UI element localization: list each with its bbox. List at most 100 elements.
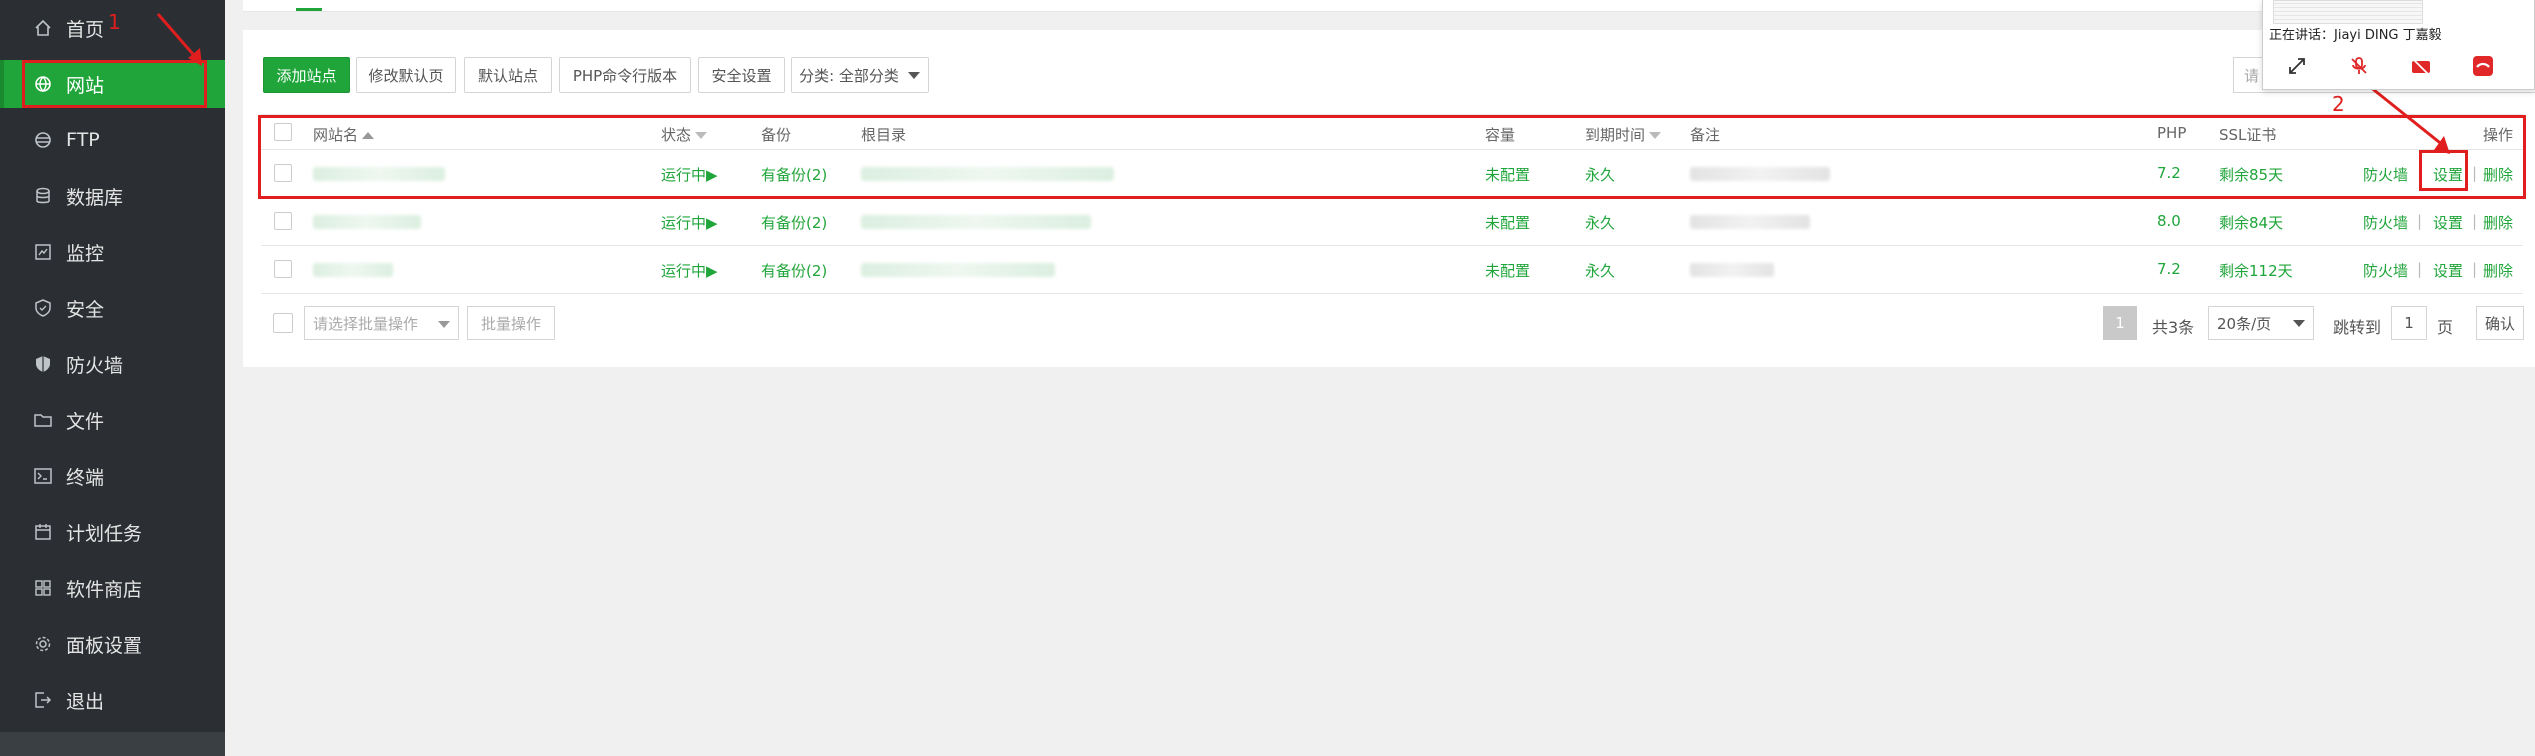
jump-to-label: 跳转到: [2333, 318, 2382, 337]
meeting-widget: 正在讲话：Jiayi DING 丁嘉毅: [2262, 0, 2535, 90]
annotation-step-1: 1: [108, 10, 121, 34]
annotation-arrow-1: [156, 13, 202, 66]
sidebar-item-label: 软件商店: [66, 578, 143, 601]
ftp-icon: [34, 131, 52, 149]
batch-operation-button[interactable]: 批量操作: [467, 306, 555, 340]
firewall-link[interactable]: 防火墙: [2363, 260, 2408, 281]
chevron-down-icon: [908, 72, 920, 79]
php-cli-version-button[interactable]: PHP命令行版本: [559, 57, 691, 93]
firewall-icon: [34, 355, 52, 373]
sidebar-item-label: 终端: [66, 466, 105, 489]
sidebar-item-database[interactable]: 数据库: [0, 172, 225, 220]
add-site-button[interactable]: 添加站点: [263, 57, 350, 93]
home-icon: [34, 19, 52, 37]
sidebar-item-label: 面板设置: [66, 634, 143, 657]
row-checkbox[interactable]: [274, 260, 292, 278]
sidebar-item-label: 安全: [66, 298, 105, 321]
sidebar-item-logout[interactable]: 退出: [0, 676, 225, 724]
default-site-button[interactable]: 默认站点: [464, 57, 552, 93]
category-select[interactable]: 分类: 全部分类: [791, 57, 929, 93]
active-tab-indicator: [296, 8, 322, 11]
apps-icon: [34, 579, 52, 597]
jump-page-input[interactable]: 1: [2391, 306, 2427, 340]
search-placeholder: 请: [2244, 66, 2260, 85]
folder-icon: [34, 411, 52, 429]
page-unit-label: 页: [2437, 318, 2454, 337]
capacity-value[interactable]: 未配置: [1485, 212, 1530, 233]
meeting-controls: [2283, 52, 2523, 80]
hang-up-icon[interactable]: [2469, 52, 2497, 80]
expire-value[interactable]: 永久: [1585, 260, 1615, 281]
note-redacted[interactable]: [1690, 263, 1774, 277]
sidebar-item-label: 监控: [66, 242, 105, 265]
sidebar-item-panel-settings[interactable]: 面板设置: [0, 620, 225, 668]
camera-off-icon[interactable]: [2407, 52, 2435, 80]
sidebar-item-app-store[interactable]: 软件商店: [0, 564, 225, 612]
batch-select-placeholder: 请选择批量操作: [313, 314, 419, 333]
sidebar: 首页 网站 FTP 数据库 监控 安全 防火墙 文件 终端 计划任务 软件商店: [0, 0, 225, 756]
security-settings-button[interactable]: 安全设置: [698, 57, 785, 93]
table-row: 运行中▶ 有备份(2) 未配置 永久 7.2 剩余112天 防火墙 | 设置 |…: [261, 246, 2523, 294]
delete-link[interactable]: 删除: [2483, 260, 2513, 281]
ssl-remaining[interactable]: 剩余84天: [2219, 212, 2283, 233]
annotation-box-row: [258, 115, 2526, 199]
sidebar-item-security[interactable]: 安全: [0, 284, 225, 332]
capacity-value[interactable]: 未配置: [1485, 260, 1530, 281]
expand-icon[interactable]: [2283, 52, 2311, 80]
gear-icon: [34, 635, 52, 653]
status-running[interactable]: 运行中▶: [661, 212, 718, 233]
site-name-redacted[interactable]: [313, 263, 393, 277]
chevron-down-icon: [2293, 320, 2305, 327]
table-row: 运行中▶ 有备份(2) 未配置 永久 8.0 剩余84天 防火墙 | 设置 | …: [261, 198, 2523, 246]
terminal-icon: [34, 467, 52, 485]
expire-value[interactable]: 永久: [1585, 212, 1615, 233]
screen-share-thumbnail[interactable]: [2273, 0, 2423, 24]
batch-operation-select[interactable]: 请选择批量操作: [304, 306, 459, 340]
jump-confirm-button[interactable]: 确认: [2476, 306, 2524, 340]
backup-link[interactable]: 有备份(2): [761, 260, 827, 281]
page-size-select[interactable]: 20条/页: [2208, 306, 2314, 340]
sidebar-item-label: 防火墙: [66, 354, 124, 377]
sidebar-item-monitor[interactable]: 监控: [0, 228, 225, 276]
note-redacted[interactable]: [1690, 215, 1810, 229]
page-size-label: 20条/页: [2217, 314, 2272, 333]
category-select-label: 分类: 全部分类: [799, 66, 899, 85]
speaking-indicator: 正在讲话：Jiayi DING 丁嘉毅: [2269, 28, 2442, 43]
edit-default-page-button[interactable]: 修改默认页: [356, 57, 456, 93]
backup-link[interactable]: 有备份(2): [761, 212, 827, 233]
ssl-remaining[interactable]: 剩余112天: [2219, 260, 2293, 281]
settings-link[interactable]: 设置: [2433, 212, 2463, 233]
sidebar-bottom-bar: [0, 732, 225, 756]
root-dir-redacted[interactable]: [861, 215, 1091, 229]
row-checkbox[interactable]: [274, 212, 292, 230]
shield-icon: [34, 299, 52, 317]
mic-muted-icon[interactable]: [2345, 52, 2373, 80]
pagination-total: 共3条: [2152, 318, 2195, 337]
action-separator: |: [2472, 260, 2478, 278]
pagination-current-page[interactable]: 1: [2103, 306, 2137, 340]
php-version[interactable]: 8.0: [2157, 212, 2181, 230]
annotation-step-2: 2: [2332, 92, 2345, 116]
sidebar-item-label: 文件: [66, 410, 105, 433]
firewall-link[interactable]: 防火墙: [2363, 212, 2408, 233]
sidebar-item-label: 数据库: [66, 186, 124, 209]
action-separator: |: [2417, 212, 2423, 230]
top-tab-strip: [243, 0, 2535, 12]
sidebar-item-terminal[interactable]: 终端: [0, 452, 225, 500]
delete-link[interactable]: 删除: [2483, 212, 2513, 233]
root-dir-redacted[interactable]: [861, 263, 1055, 277]
sidebar-item-cron[interactable]: 计划任务: [0, 508, 225, 556]
action-separator: |: [2417, 260, 2423, 278]
sidebar-item-label: 首页: [66, 18, 105, 41]
sidebar-item-label: 计划任务: [66, 522, 143, 545]
status-running[interactable]: 运行中▶: [661, 260, 718, 281]
site-name-redacted[interactable]: [313, 215, 421, 229]
footer-select-all-checkbox[interactable]: [273, 313, 293, 333]
action-separator: |: [2472, 212, 2478, 230]
sidebar-item-firewall[interactable]: 防火墙: [0, 340, 225, 388]
sidebar-item-files[interactable]: 文件: [0, 396, 225, 444]
php-version[interactable]: 7.2: [2157, 260, 2181, 278]
settings-link[interactable]: 设置: [2433, 260, 2463, 281]
sidebar-item-ftp[interactable]: FTP: [0, 116, 225, 164]
calendar-icon: [34, 523, 52, 541]
